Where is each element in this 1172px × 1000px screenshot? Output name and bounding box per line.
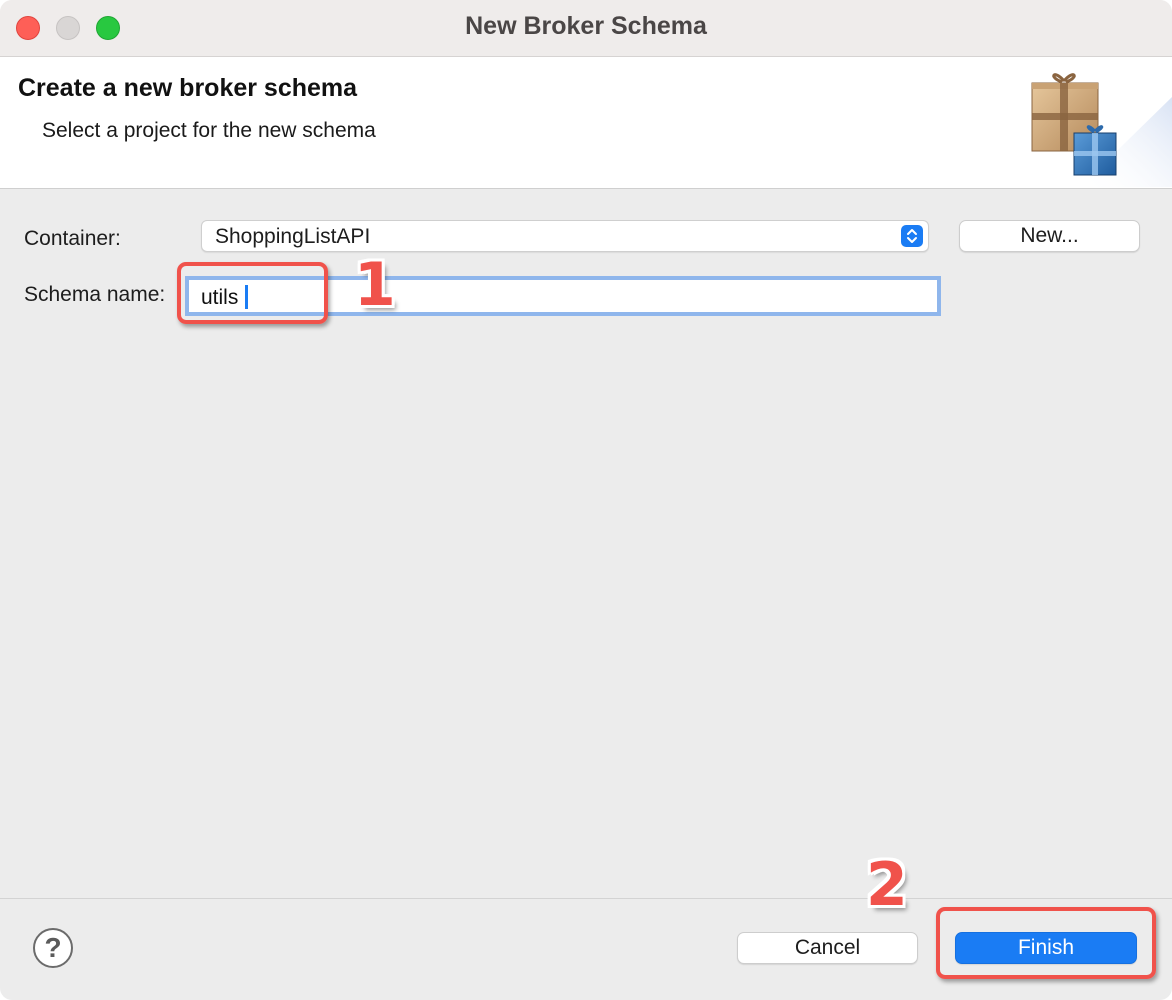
step-1-number: 1 [354,250,396,320]
container-label: Container: [24,227,121,250]
window-title: New Broker Schema [465,12,707,40]
step-2-highlight [936,907,1156,979]
container-select-value: ShoppingListAPI [215,225,371,248]
wizard-title: Create a new broker schema [18,74,358,102]
dialog-window: New Broker Schema Create a new broker sc… [0,0,1172,1000]
wizard-gift-boxes-icon [1031,73,1172,187]
title-bar: New Broker Schema [0,0,1172,57]
new-project-button[interactable]: New... [959,220,1140,252]
help-icon[interactable]: ? [33,928,73,968]
schema-name-label: Schema name: [24,283,166,306]
footer-divider [0,898,1172,899]
container-select[interactable]: ShoppingListAPI [201,220,929,252]
cancel-button[interactable]: Cancel [737,932,918,964]
wizard-header: Create a new broker schema Select a proj… [0,57,1172,189]
step-2-number: 2 [866,850,908,920]
wizard-description: Select a project for the new schema [42,119,376,142]
step-1-highlight [177,262,328,324]
chevron-up-down-icon [901,225,923,247]
